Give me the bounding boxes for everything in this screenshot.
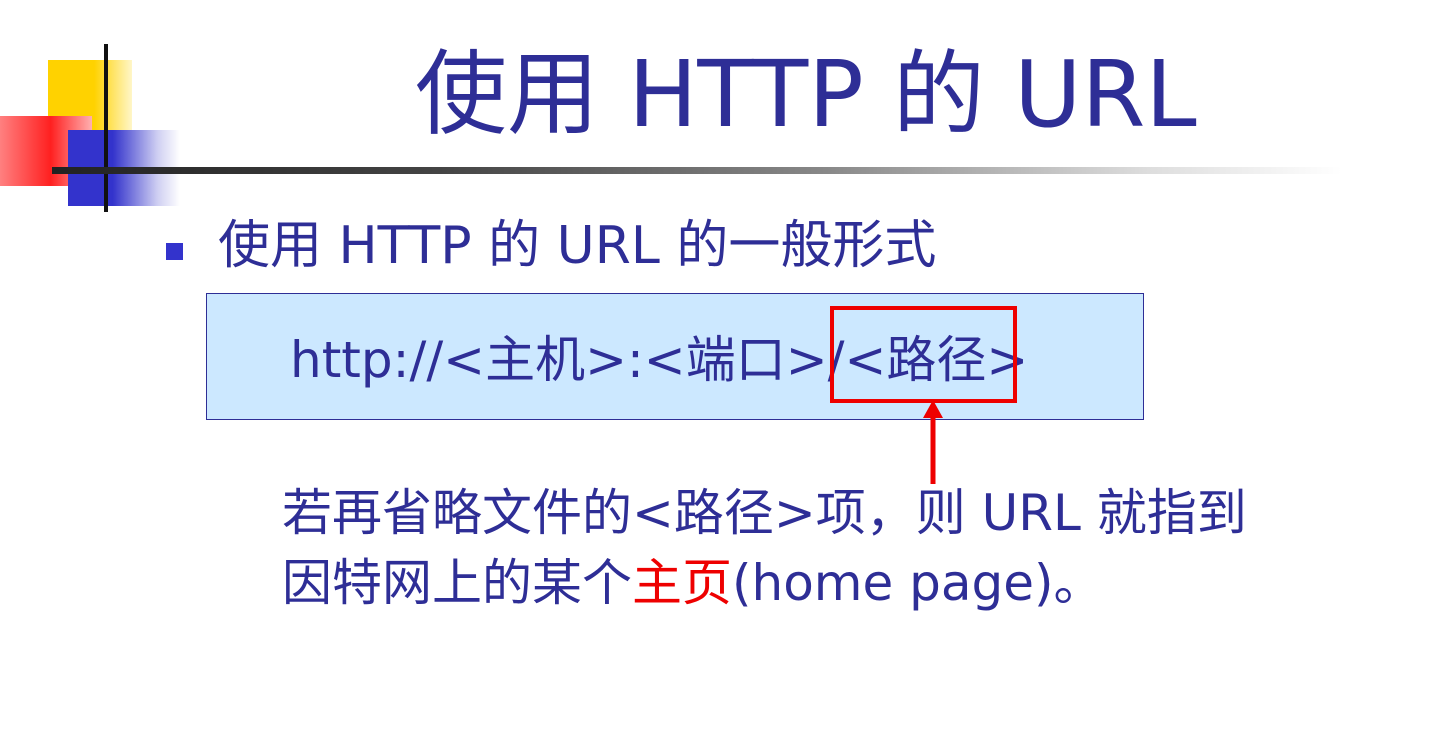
note-line-2-prefix: 因特网上的某个 [282,554,632,612]
path-highlight-box [830,306,1017,403]
bullet-square-icon [166,243,183,260]
note-line-2-suffix: (home page)。 [732,554,1104,612]
up-arrow-icon [923,400,943,484]
explanation-note: 若再省略文件的<路径>项，则 URL 就指到 因特网上的某个主页(home pa… [282,478,1382,618]
decor-vertical-line [104,44,108,212]
slide-title: 使用 HTTP 的 URL [415,41,1197,148]
note-line-2: 因特网上的某个主页(home page)。 [282,548,1382,618]
bullet-text: 使用 HTTP 的 URL 的一般形式 [218,216,937,276]
note-line-1: 若再省略文件的<路径>项，则 URL 就指到 [282,484,1247,542]
title-divider-line [52,167,1342,174]
homepage-highlight-text: 主页 [632,554,732,612]
